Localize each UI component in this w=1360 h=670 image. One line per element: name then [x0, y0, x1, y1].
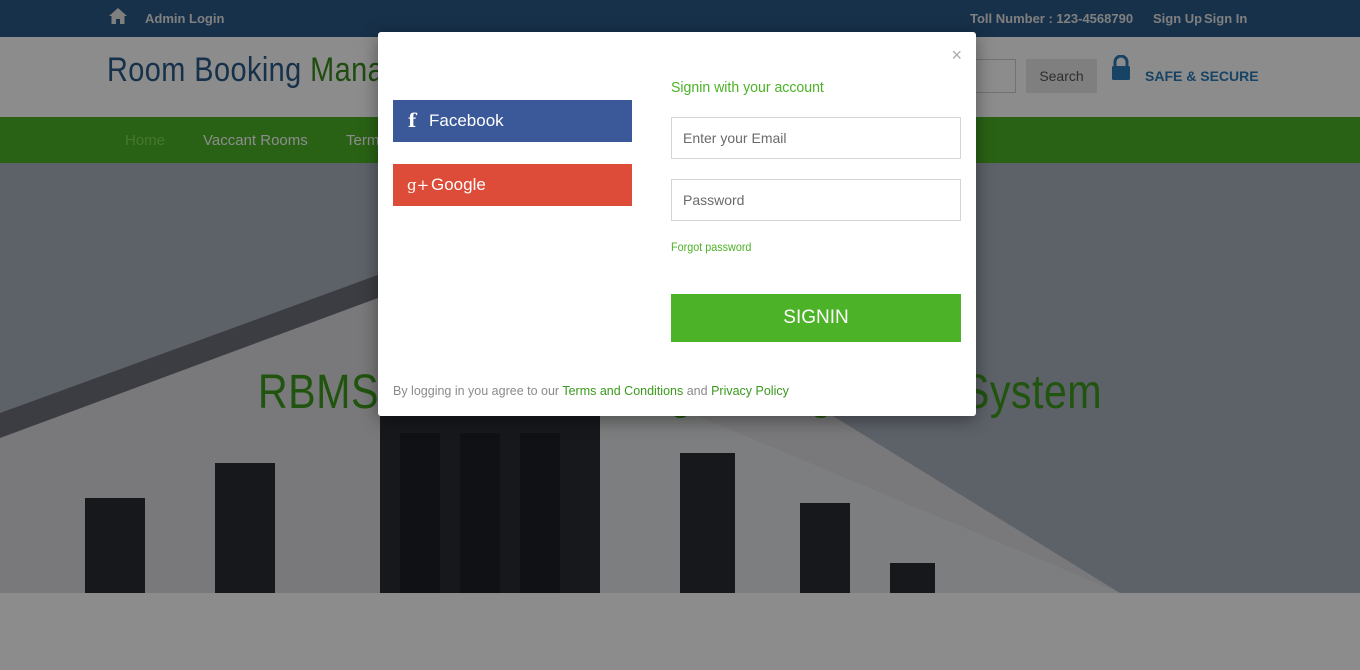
close-icon[interactable]: × — [951, 46, 962, 64]
signin-modal: × f Facebook g+ Google Signin with your … — [378, 32, 976, 416]
terms-link[interactable]: Terms and Conditions — [562, 384, 683, 398]
email-field[interactable] — [671, 117, 961, 159]
forgot-password-link[interactable]: Forgot password — [671, 240, 751, 254]
privacy-link[interactable]: Privacy Policy — [711, 384, 789, 398]
google-login-button[interactable]: g+ Google — [393, 164, 632, 206]
facebook-button-label: Facebook — [429, 111, 504, 130]
password-field[interactable] — [671, 179, 961, 221]
signin-button[interactable]: SIGNIN — [671, 294, 961, 342]
google-button-label: Google — [431, 175, 486, 194]
terms-notice: By logging in you agree to our Terms and… — [393, 384, 789, 398]
facebook-login-button[interactable]: f Facebook — [393, 100, 632, 142]
signin-heading: Signin with your account — [671, 79, 824, 96]
facebook-icon: f — [408, 110, 417, 132]
terms-prefix: By logging in you agree to our — [393, 384, 563, 398]
terms-and: and — [683, 384, 712, 398]
google-plus-icon: g+ — [407, 176, 430, 194]
